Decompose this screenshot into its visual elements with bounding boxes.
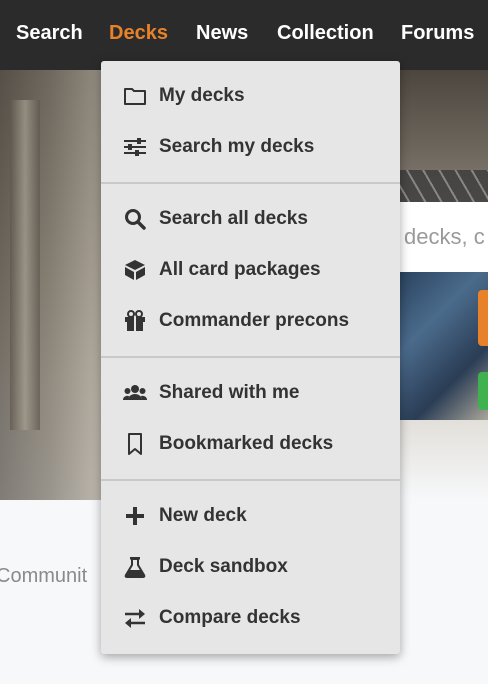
hero-board-art [395,250,488,420]
folder-icon [121,84,149,108]
menu-item-search-all-decks[interactable]: Search all decks [101,198,400,240]
green-action-button[interactable] [478,372,488,410]
menu-item-new-deck[interactable]: New deck [101,495,400,537]
menu-divider [101,356,400,358]
menu-item-label: Deck sandbox [159,556,288,577]
hero-pillar-art [10,100,40,430]
nav-news-link[interactable]: News [196,22,248,45]
flask-icon [121,555,149,579]
menu-item-label: Shared with me [159,382,300,403]
menu-item-shared-with-me[interactable]: Shared with me [101,372,400,414]
menu-item-label: Search all decks [159,208,308,229]
nav-collection-link[interactable]: Collection [277,22,374,45]
sliders-icon [121,135,149,159]
menu-item-all-card-packages[interactable]: All card packages [101,249,400,291]
search-placeholder: decks, c [404,224,485,249]
bookmark-icon [121,432,149,456]
cube-icon [121,258,149,282]
decks-dropdown-menu: My decks Search my decks Search all deck… [101,61,400,654]
users-icon [121,381,149,405]
menu-item-label: Compare decks [159,607,301,628]
plus-icon [121,504,149,528]
menu-item-deck-sandbox[interactable]: Deck sandbox [101,546,400,588]
orange-action-button[interactable] [478,290,488,346]
top-navigation: Search Decks News Collection Forums [0,0,488,70]
menu-item-compare-decks[interactable]: Compare decks [101,597,400,639]
menu-divider [101,182,400,184]
menu-item-search-my-decks[interactable]: Search my decks [101,126,400,168]
menu-item-label: Bookmarked decks [159,433,334,454]
menu-item-label: All card packages [159,259,321,280]
menu-item-label: New deck [159,505,247,526]
menu-item-commander-precons[interactable]: Commander precons [101,300,400,342]
menu-item-label: Search my decks [159,136,315,157]
menu-divider [101,479,400,481]
deck-search-input[interactable]: decks, c [395,202,488,272]
nav-forums-link[interactable]: Forums [401,22,474,45]
nav-decks-link[interactable]: Decks [109,22,168,45]
menu-item-bookmarked-decks[interactable]: Bookmarked decks [101,423,400,465]
nav-search-link[interactable]: Search [16,22,83,45]
menu-item-label: My decks [159,85,245,106]
menu-item-my-decks[interactable]: My decks [101,75,400,117]
compare-arrows-icon [121,606,149,630]
menu-item-label: Commander precons [159,310,350,331]
gift-icon [121,309,149,333]
search-icon [121,207,149,231]
community-text: Communit [0,565,88,587]
